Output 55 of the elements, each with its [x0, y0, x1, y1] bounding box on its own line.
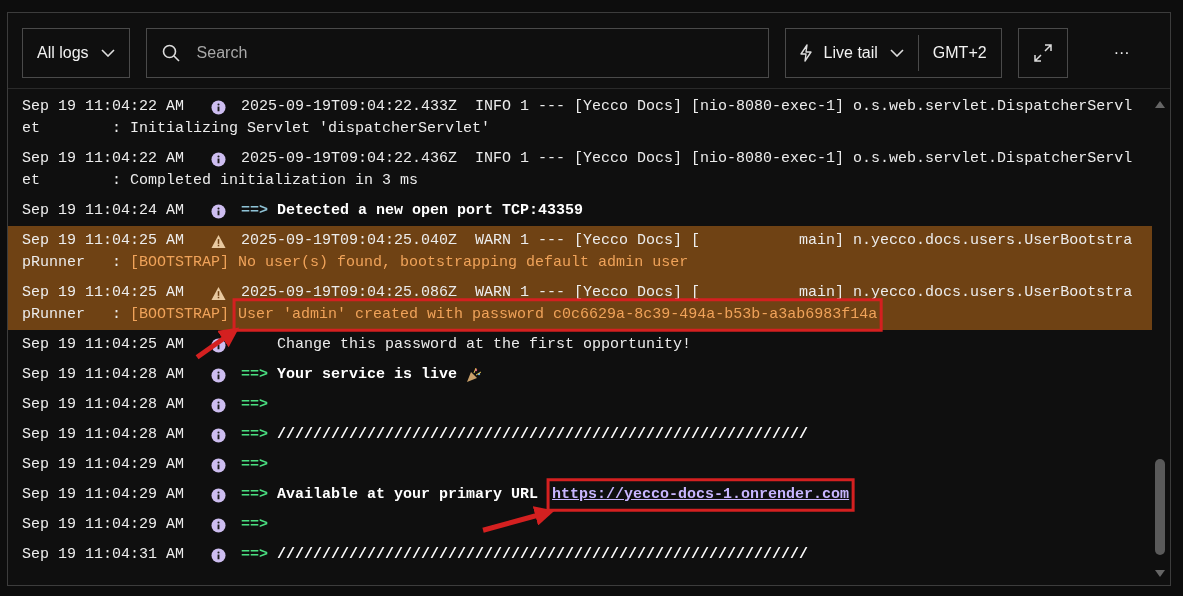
timestamp: Sep 19 11:04:22 AM — [22, 148, 184, 169]
log-filter-dropdown[interactable]: All logs — [22, 28, 130, 78]
search-icon — [161, 44, 180, 62]
prompt-arrow: ==> — [241, 514, 268, 535]
expand-button[interactable] — [1017, 28, 1068, 78]
log-message: /////////////////////////////////////////////////////////// — [277, 424, 809, 445]
prompt-arrow: ==> — [241, 364, 268, 385]
timestamp: Sep 19 11:04:28 AM — [22, 394, 184, 415]
timestamp: Sep 19 11:04:25 AM — [22, 230, 184, 251]
lightning-icon — [799, 44, 812, 62]
chevron-down-icon — [889, 49, 904, 57]
timestamp: Sep 19 11:04:28 AM — [22, 364, 184, 385]
log-message: [BOOTSTRAP] — [130, 252, 230, 273]
log-message: et : Initializing Servlet 'dispatcherServlet' — [22, 118, 491, 139]
timestamp: Sep 19 11:04:22 AM — [22, 96, 184, 117]
search-field[interactable]: Search — [145, 28, 769, 78]
timestamp: Sep 19 11:04:25 AM — [22, 334, 184, 355]
log-message: 2025-09-19T09:04:25.040Z WARN 1 --- [Yecco Docs] [ main] n.yecco.docs.users.UserBootstra — [241, 230, 1133, 251]
scroll-up-icon[interactable] — [1154, 99, 1166, 109]
log-message: Available at your primary URL — [277, 484, 539, 505]
prompt-arrow: ==> — [241, 454, 268, 475]
log-message: 2025-09-19T09:04:25.086Z WARN 1 --- [Yecco Docs] [ main] n.yecco.docs.users.UserBootstra — [241, 282, 1133, 303]
timestamp: Sep 19 11:04:29 AM — [22, 514, 184, 535]
timezone-button[interactable]: GMT+2 — [918, 29, 1001, 77]
url-link[interactable]: https://yecco-docs-1.onrender.com — [552, 483, 850, 507]
log-message: et : Completed initialization in 3 ms — [22, 170, 419, 191]
log-message: 2025-09-19T09:04:22.436Z INFO 1 --- [Yecco Docs] [nio-8080-exec-1] o.s.web.servlet.DispatcherServl — [241, 148, 1133, 169]
timestamp: Sep 19 11:04:25 AM — [22, 282, 184, 303]
log-message: No user(s) found, bootstrapping default admin user — [238, 252, 689, 273]
prompt-arrow: ==> — [241, 200, 268, 221]
log-message: pRunner : — [22, 252, 122, 273]
log-message: Change this password at the first opportunity! — [276, 334, 692, 355]
log-message: Your service is live — [277, 364, 458, 385]
log-message: pRunner : — [22, 304, 122, 325]
timestamp: Sep 19 11:04:24 AM — [22, 200, 184, 221]
prompt-arrow: ==> — [241, 394, 268, 415]
timestamp: Sep 19 11:04:31 AM — [22, 544, 184, 565]
more-button[interactable]: ··· — [1103, 28, 1140, 78]
scrollbar-thumb[interactable] — [1155, 459, 1165, 555]
prompt-arrow: ==> — [241, 424, 268, 445]
log-message: /////////////////////////////////////////////////////////// — [277, 544, 809, 565]
annotation-arrow — [195, 327, 240, 360]
timestamp: Sep 19 11:04:29 AM — [22, 484, 184, 505]
log-message: Detected a new open port TCP:43359 — [277, 200, 584, 221]
chevron-down-icon — [100, 49, 115, 57]
live-tail-dropdown[interactable]: Live tail — [785, 29, 918, 77]
log-message: User 'admin' created with password c0c6629a-8c39-494a-b53b-a3ab6983f14a — [238, 304, 878, 325]
log-message: [BOOTSTRAP] — [130, 304, 230, 325]
prompt-arrow: ==> — [241, 544, 268, 565]
expand-icon — [1033, 44, 1052, 62]
scroll-down-icon[interactable] — [1154, 569, 1166, 579]
prompt-arrow: ==> — [241, 484, 268, 505]
timestamp: Sep 19 11:04:29 AM — [22, 454, 184, 475]
log-message: 2025-09-19T09:04:22.433Z INFO 1 --- [Yecco Docs] [nio-8080-exec-1] o.s.web.servlet.DispatcherServl — [241, 96, 1133, 117]
timestamp: Sep 19 11:04:28 AM — [22, 424, 184, 445]
